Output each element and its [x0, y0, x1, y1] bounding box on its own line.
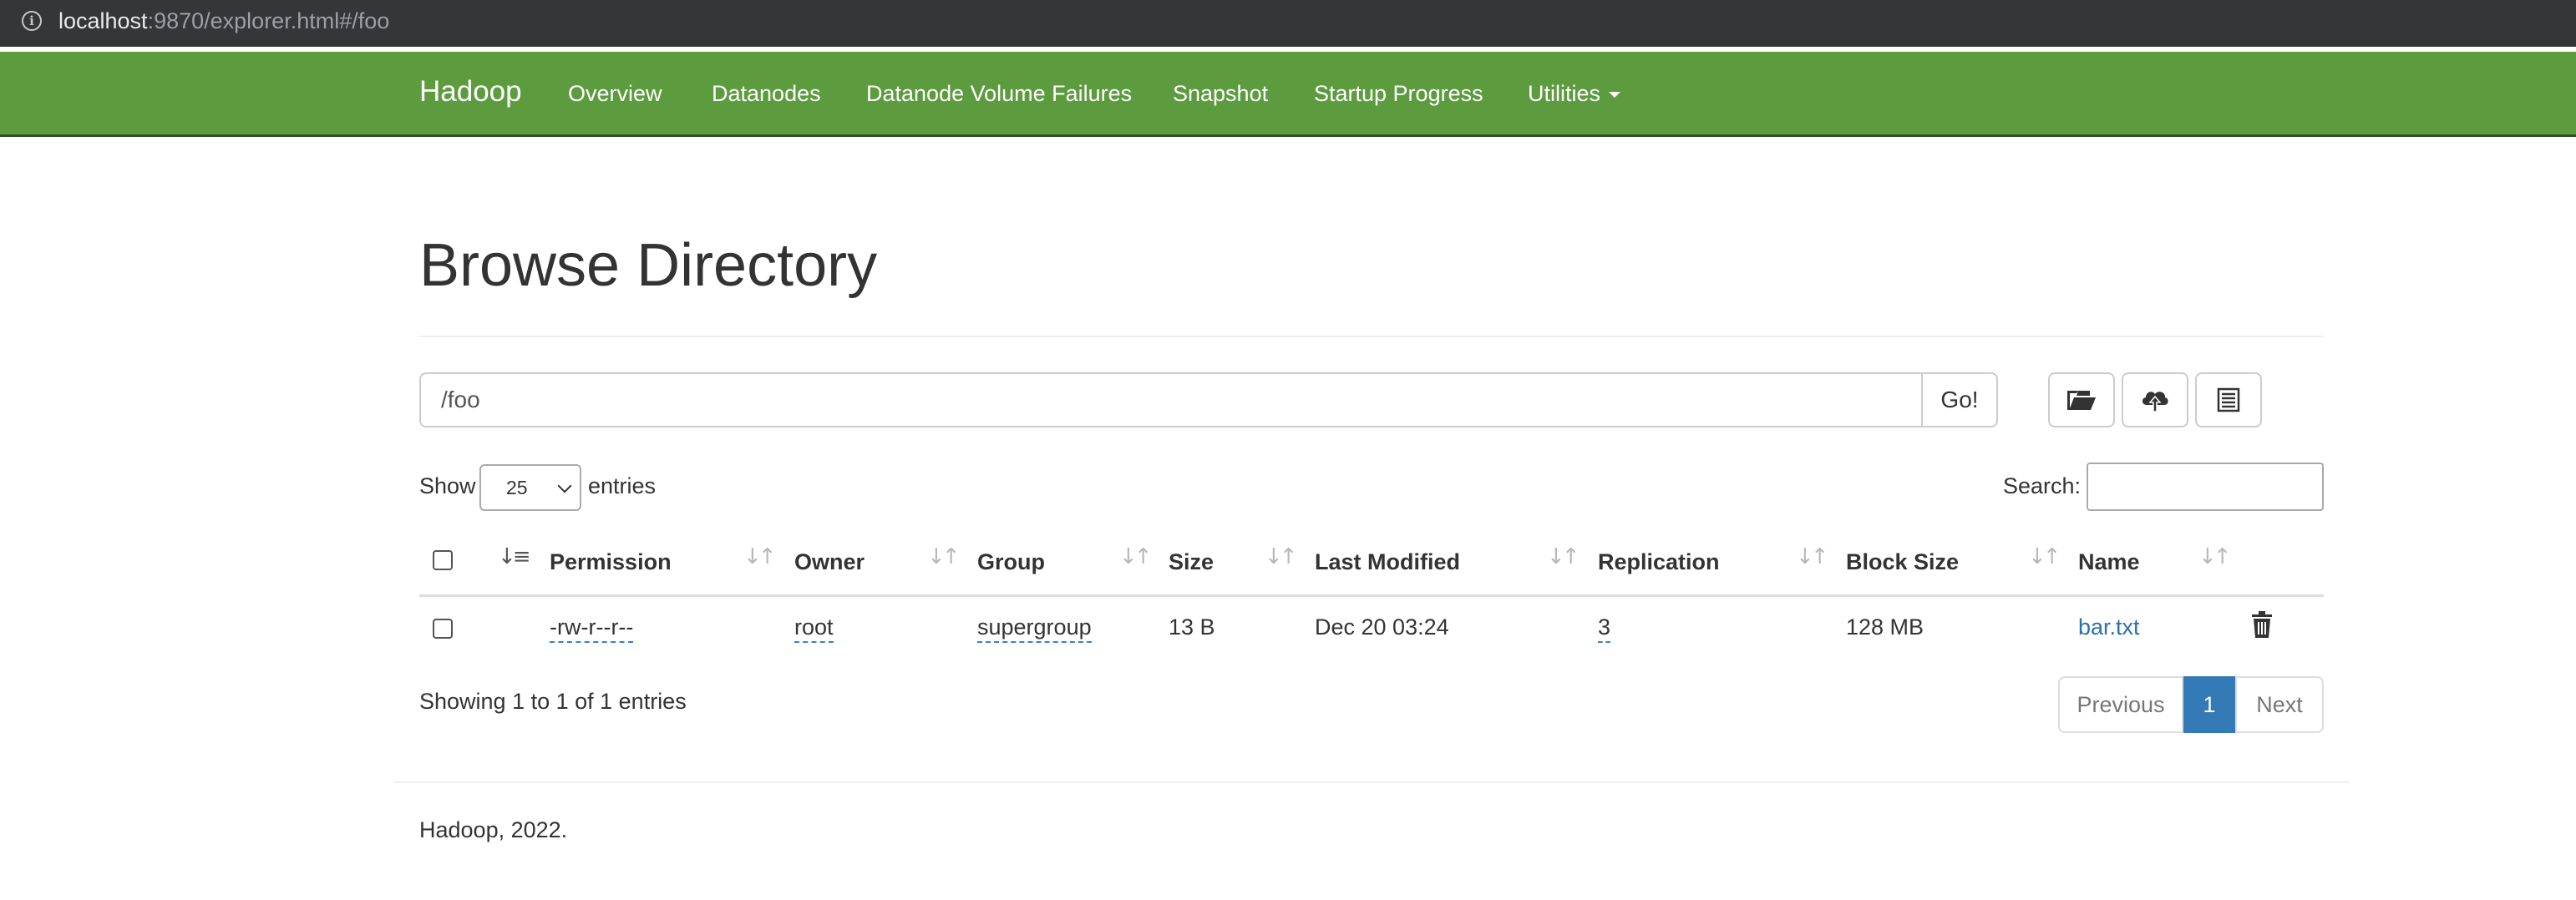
sort-icon[interactable]: ↓↑ — [743, 544, 777, 569]
chevron-down-icon — [557, 478, 572, 493]
nav-datanodes[interactable]: Datanodes — [712, 78, 821, 109]
column-header-permission[interactable]: Permission — [550, 548, 672, 576]
entries-summary: Showing 1 to 1 of 1 entries — [419, 689, 687, 714]
owner-value[interactable]: root — [794, 614, 834, 643]
permission-value[interactable]: -rw-r--r-- — [550, 614, 634, 643]
show-label: Show — [419, 473, 476, 498]
sort-asc-icon[interactable]: ↓≡ — [498, 544, 531, 569]
page-1-button[interactable]: 1 — [2183, 676, 2235, 733]
url-field[interactable]: localhost:9870/explorer.html#/foo — [58, 8, 389, 34]
nav-utilities-dropdown[interactable]: Utilities — [1528, 78, 1621, 109]
next-page-button[interactable]: Next — [2235, 676, 2324, 733]
sort-icon[interactable]: ↓↑ — [1119, 544, 1153, 569]
nav-utilities-label: Utilities — [1528, 81, 1601, 106]
folder-open-icon — [2067, 391, 2096, 410]
row-checkbox[interactable] — [433, 619, 453, 639]
nav-snapshot[interactable]: Snapshot — [1173, 78, 1268, 109]
sort-icon[interactable]: ↓↑ — [927, 544, 961, 569]
caret-down-icon — [1609, 92, 1621, 99]
create-directory-button[interactable] — [2048, 372, 2115, 427]
replication-cell[interactable]: 3 — [1598, 613, 1611, 643]
trash-icon[interactable] — [2250, 610, 2274, 639]
nav-datanode-volume-failures[interactable]: Datanode Volume Failures — [866, 78, 1132, 109]
footer-text: Hadoop, 2022. — [419, 817, 568, 842]
cut-paste-button[interactable] — [2195, 372, 2262, 427]
navbar: Hadoop Overview Datanodes Datanode Volum… — [0, 52, 2576, 137]
owner-cell[interactable]: root — [794, 613, 834, 643]
url-host: localhost — [58, 8, 148, 33]
page-size-select[interactable]: 25 — [479, 464, 581, 511]
search-label: Search: — [2003, 473, 2082, 498]
list-icon — [2217, 387, 2240, 412]
browser-address-bar: i localhost:9870/explorer.html#/foo — [0, 0, 2576, 47]
entries-label: entries — [588, 473, 657, 498]
sort-icon[interactable]: ↓↑ — [1265, 544, 1298, 569]
cloud-upload-icon — [2142, 392, 2168, 412]
page-size-value: 25 — [506, 476, 528, 498]
column-header-last-modified[interactable]: Last Modified — [1315, 548, 1460, 576]
column-header-group[interactable]: Group — [977, 548, 1045, 576]
table-header-divider — [419, 594, 2324, 597]
title-divider — [419, 336, 2324, 337]
info-icon[interactable]: i — [22, 11, 42, 31]
permission-cell[interactable]: -rw-r--r-- — [550, 613, 634, 643]
column-header-name[interactable]: Name — [2078, 548, 2140, 576]
nav-startup-progress[interactable]: Startup Progress — [1314, 78, 1483, 109]
search-input[interactable] — [2087, 463, 2324, 511]
size-cell: 13 B — [1169, 614, 1215, 640]
previous-page-button[interactable]: Previous — [2058, 676, 2183, 733]
column-header-block-size[interactable]: Block Size — [1846, 548, 1959, 576]
brand-link[interactable]: Hadoop — [419, 73, 522, 110]
block-size-cell: 128 MB — [1846, 614, 1924, 640]
page-title: Browse Directory — [419, 232, 878, 299]
nav-overview[interactable]: Overview — [568, 78, 662, 109]
column-header-size[interactable]: Size — [1169, 548, 1214, 576]
file-name-link[interactable]: bar.txt — [2078, 613, 2140, 641]
url-path: :9870/explorer.html#/foo — [147, 8, 390, 33]
sort-icon[interactable]: ↓↑ — [2028, 544, 2061, 569]
go-button[interactable]: Go! — [1921, 372, 1998, 427]
last-modified-cell: Dec 20 03:24 — [1315, 614, 1449, 640]
group-value[interactable]: supergroup — [977, 614, 1092, 643]
directory-path-input[interactable] — [419, 372, 1923, 427]
footer-divider — [394, 781, 2349, 783]
select-all-checkbox[interactable] — [433, 550, 453, 570]
replication-value[interactable]: 3 — [1598, 614, 1611, 643]
upload-files-button[interactable] — [2122, 372, 2188, 427]
sort-icon[interactable]: ↓↑ — [1547, 544, 1580, 569]
column-header-owner[interactable]: Owner — [794, 548, 865, 576]
column-header-replication[interactable]: Replication — [1598, 548, 1720, 576]
group-cell[interactable]: supergroup — [977, 613, 1092, 643]
sort-icon[interactable]: ↓↑ — [2198, 544, 2232, 569]
sort-icon[interactable]: ↓↑ — [1796, 544, 1829, 569]
